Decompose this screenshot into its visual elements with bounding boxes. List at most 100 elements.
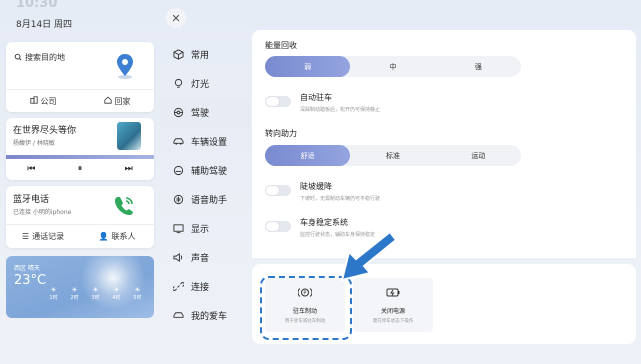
power-off-sub: 需在停车状态下操作 <box>372 318 414 324</box>
contacts-label: 联系人 <box>111 231 136 241</box>
weather-card[interactable]: 西区 晴天 23°C ☀ 1时 ☀ 2时 ☀ 3时 ☀ 4时 ☀ 5时 <box>6 256 154 318</box>
energy-option-strong[interactable]: 强 <box>436 56 521 77</box>
link-icon <box>172 281 184 293</box>
bluetooth-status: 已连接 小明的iphone <box>13 209 72 216</box>
home-button[interactable]: 回家 <box>80 92 154 110</box>
energy-recovery-title: 能量回收 <box>265 41 297 50</box>
energy-option-medium[interactable]: 中 <box>350 56 435 77</box>
navigation-card: 搜索目的地 公司 回家 <box>6 42 154 112</box>
weather-hour: ☀ 3时 <box>88 286 103 301</box>
driving-settings-panel: 能量回收 弱 中 强 自动驻车 深踩制动踏板后，松开仍可保持静止 转向助力 舒适… <box>252 30 636 258</box>
steering-wheel-icon <box>172 107 184 119</box>
hill-descent-toggle[interactable] <box>265 185 291 196</box>
menu-item-display[interactable]: 显示 <box>160 214 250 243</box>
weather-hour: ☀ 1时 <box>46 286 61 301</box>
person-icon: 👤 <box>98 231 109 241</box>
energy-option-weak[interactable]: 弱 <box>265 56 351 77</box>
sun-icon: ☀ <box>134 286 141 294</box>
close-icon: ✕ <box>171 11 181 25</box>
status-time: 10:30 <box>16 0 58 10</box>
menu-item-voice-assistant[interactable]: 语音助手 <box>160 185 250 214</box>
weather-hour: ☀ 5时 <box>130 286 145 301</box>
weather-temp: 23°C <box>14 273 47 288</box>
search-destination[interactable]: 搜索目的地 <box>14 52 65 63</box>
map-pin-icon <box>117 54 133 79</box>
menu-item-driving[interactable]: 驾驶 <box>160 98 250 127</box>
steering-option-standard[interactable]: 标准 <box>350 145 435 166</box>
menu-label: 常用 <box>191 51 210 61</box>
auto-hold-title: 自动驻车 <box>300 93 332 102</box>
home-icon <box>103 96 112 106</box>
steering-assist-title: 转向助力 <box>265 129 297 138</box>
call-log-label: 通话记录 <box>32 231 65 241</box>
bluetooth-title: 蓝牙电话 <box>13 195 50 205</box>
cube-icon <box>172 49 184 61</box>
pointer-arrow-icon <box>340 230 396 282</box>
menu-label: 连接 <box>191 283 210 293</box>
voice-icon <box>172 194 184 206</box>
menu-label: 车辆设置 <box>191 138 228 148</box>
contacts-button[interactable]: 👤 联系人 <box>80 228 154 244</box>
stability-title: 车身稳定系统 <box>300 218 348 227</box>
menu-label: 语音助手 <box>191 196 228 206</box>
settings-menu: 常用 灯光 驾驶 车辆设置 辅助驾驶 语音助手 显示 声音 连接 我的爱车 <box>160 40 250 330</box>
assist-drive-icon <box>172 165 184 177</box>
building-icon <box>29 96 38 106</box>
sun-icon: ☀ <box>92 286 99 294</box>
song-title: 在世界尽头等你 <box>13 126 77 136</box>
weather-hour: ☀ 2时 <box>67 286 82 301</box>
company-label: 公司 <box>40 96 57 106</box>
my-car-icon <box>172 310 184 322</box>
album-art[interactable] <box>117 122 141 150</box>
home-label: 回家 <box>114 96 131 106</box>
power-off-title: 关闭电源 <box>380 307 405 315</box>
menu-label: 显示 <box>191 225 210 235</box>
display-icon <box>172 223 184 235</box>
next-icon[interactable]: ⏭ <box>125 164 133 174</box>
previous-icon[interactable]: ⏮ <box>27 164 35 174</box>
progress-bar[interactable] <box>6 155 154 159</box>
auto-hold-desc: 深踩制动踏板后，松开仍可保持静止 <box>300 107 381 113</box>
menu-item-lights[interactable]: 灯光 <box>160 69 250 98</box>
speaker-icon <box>172 252 184 264</box>
pause-icon[interactable]: ⏸ <box>78 164 83 174</box>
menu-item-my-car[interactable]: 我的爱车 <box>160 301 250 330</box>
sun-icon: ☀ <box>71 286 78 294</box>
steering-option-sport[interactable]: 运动 <box>436 145 521 166</box>
car-icon <box>172 136 184 148</box>
bluetooth-phone-card: 蓝牙电话 已连接 小明的iphone ☰ 通话记录 👤 联系人 <box>6 186 154 248</box>
bulb-icon <box>172 78 184 90</box>
close-button[interactable]: ✕ <box>166 8 186 28</box>
menu-item-sound[interactable]: 声音 <box>160 243 250 272</box>
auto-hold-toggle[interactable] <box>265 96 291 107</box>
menu-label: 辅助驾驶 <box>191 167 228 177</box>
song-artist: 杨馥伊 / 林晓敏 <box>13 140 55 147</box>
company-button[interactable]: 公司 <box>6 92 80 110</box>
status-date: 8月14日 周四 <box>16 20 73 30</box>
power-off-icon <box>386 287 400 301</box>
music-card: 在世界尽头等你 杨馥伊 / 林晓敏 ⏮ ⏸ ⏭ <box>6 118 154 180</box>
phone-icon <box>115 197 133 215</box>
energy-recovery-selector: 弱 中 强 <box>265 56 521 77</box>
highlight-dashed-box <box>260 276 352 340</box>
steering-assist-selector: 舒适 标准 运动 <box>265 145 521 166</box>
menu-item-vehicle-settings[interactable]: 车辆设置 <box>160 127 250 156</box>
call-log-button[interactable]: ☰ 通话记录 <box>6 228 80 244</box>
stability-toggle[interactable] <box>265 221 291 232</box>
hill-descent-desc: 下坡时，无需制动车辆仍可平稳行驶 <box>300 196 381 202</box>
sun-icon: ☀ <box>50 286 57 294</box>
menu-item-connection[interactable]: 连接 <box>160 272 250 301</box>
menu-label: 声音 <box>191 254 210 264</box>
sun-icon: ☀ <box>113 286 120 294</box>
menu-label: 驾驶 <box>191 109 210 119</box>
list-icon: ☰ <box>21 231 30 241</box>
search-icon <box>14 53 22 63</box>
search-label: 搜索目的地 <box>25 53 65 62</box>
steering-option-comfort[interactable]: 舒适 <box>265 145 351 166</box>
menu-label: 灯光 <box>191 80 210 90</box>
weather-location: 西区 晴天 <box>14 265 40 272</box>
menu-item-assist-drive[interactable]: 辅助驾驶 <box>160 156 250 185</box>
weather-hourly: ☀ 1时 ☀ 2时 ☀ 3时 ☀ 4时 ☀ 5时 <box>46 286 145 301</box>
menu-item-common[interactable]: 常用 <box>160 40 250 69</box>
power-off-tile[interactable]: 关闭电源 需在停车状态下操作 <box>353 278 433 332</box>
